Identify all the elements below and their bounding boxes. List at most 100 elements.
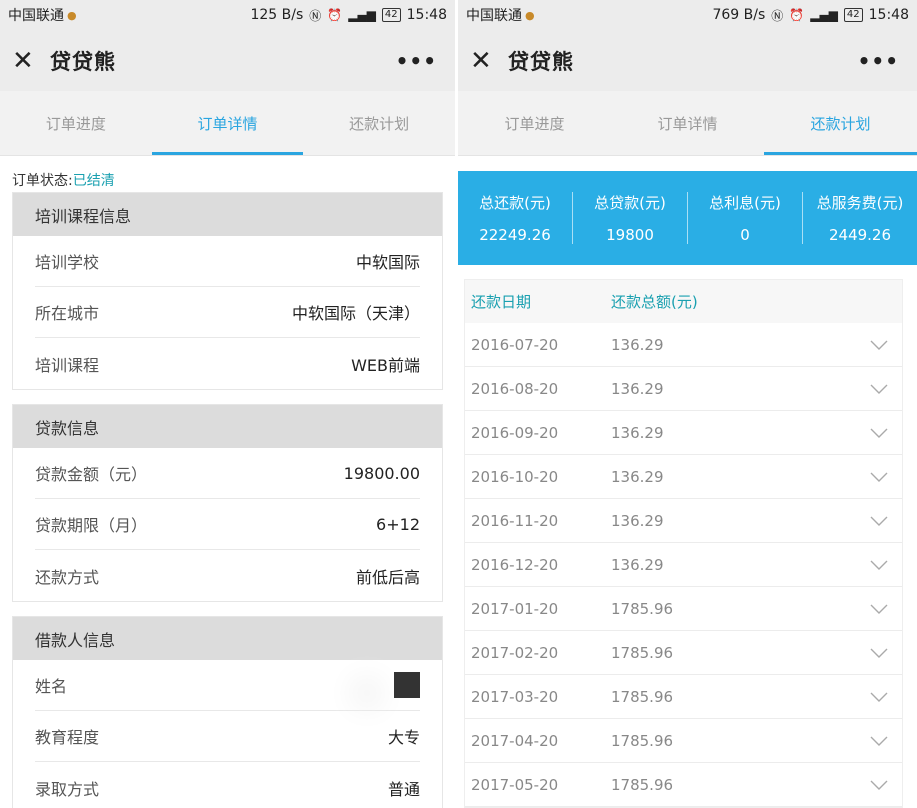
close-icon[interactable]: ✕ bbox=[12, 46, 42, 76]
row-value: 大专 bbox=[387, 728, 420, 747]
chevron-down-icon[interactable] bbox=[870, 512, 888, 530]
alarm-icon: ⏰ bbox=[789, 8, 805, 22]
row-value: 6+12 bbox=[376, 514, 420, 534]
chevron-down-icon[interactable] bbox=[870, 468, 888, 486]
redacted-name bbox=[394, 672, 420, 698]
repayment-amount: 1785.96 bbox=[611, 599, 674, 618]
row-label: 录取方式 bbox=[35, 779, 100, 799]
chevron-down-icon[interactable] bbox=[870, 600, 888, 618]
table-row[interactable]: 2016-11-20 136.29 bbox=[465, 499, 902, 543]
network-speed: 125 B/s bbox=[250, 7, 304, 23]
summary-value: 19800 bbox=[606, 226, 654, 244]
tab-order-progress[interactable]: 订单进度 bbox=[458, 91, 611, 155]
app-notification-icon: ● bbox=[525, 8, 535, 22]
info-row: 所在城市 中软国际（天津） bbox=[35, 287, 420, 338]
chevron-down-icon[interactable] bbox=[870, 424, 888, 442]
info-row: 录取方式 普通 bbox=[35, 762, 420, 808]
clock: 15:48 bbox=[868, 7, 909, 23]
info-row: 姓名 bbox=[35, 660, 420, 711]
info-row: 培训课程 WEB前端 bbox=[35, 338, 420, 389]
repayment-date: 2016-09-20 bbox=[471, 423, 559, 442]
carrier-name: 中国联通 bbox=[8, 8, 64, 24]
status-bar: 中国联通 ● 769 B/s Ⓝ ⏰ ▂▄▆ 42 15:48 bbox=[458, 0, 917, 30]
table-row[interactable]: 2016-12-20 136.29 bbox=[465, 543, 902, 587]
row-label: 还款方式 bbox=[35, 567, 100, 587]
summary-label: 总还款(元) bbox=[479, 194, 551, 212]
nfc-icon: Ⓝ bbox=[309, 8, 322, 23]
row-label: 培训课程 bbox=[35, 355, 100, 375]
tab-repayment-plan[interactable]: 还款计划 bbox=[303, 91, 455, 155]
column-header-amount: 还款总额(元) bbox=[611, 293, 698, 311]
chevron-down-icon[interactable] bbox=[870, 336, 888, 354]
tab-bar: 订单进度 订单详情 还款计划 bbox=[0, 91, 455, 156]
chevron-down-icon[interactable] bbox=[870, 776, 888, 794]
table-row[interactable]: 2017-05-20 1785.96 bbox=[465, 763, 902, 807]
table-row[interactable]: 2017-03-20 1785.96 bbox=[465, 675, 902, 719]
column-header-date: 还款日期 bbox=[471, 293, 532, 311]
title-bar: ✕ 贷贷熊 ••• bbox=[0, 30, 455, 91]
repayment-date: 2016-08-20 bbox=[471, 379, 559, 398]
repayment-date: 2017-04-20 bbox=[471, 731, 559, 750]
table-row[interactable]: 2017-04-20 1785.96 bbox=[465, 719, 902, 763]
tab-order-detail[interactable]: 订单详情 bbox=[151, 91, 304, 155]
table-row[interactable]: 2016-10-20 136.29 bbox=[465, 455, 902, 499]
row-label: 贷款金额（元） bbox=[35, 465, 148, 484]
summary-label: 总服务费(元) bbox=[816, 194, 904, 212]
table-row[interactable]: 2016-08-20 136.29 bbox=[465, 367, 902, 411]
repayment-date: 2017-02-20 bbox=[471, 643, 559, 662]
repayment-amount: 136.29 bbox=[611, 555, 664, 574]
repayment-amount: 136.29 bbox=[611, 423, 664, 442]
order-status-value: 已结清 bbox=[72, 173, 115, 189]
repayment-amount: 1785.96 bbox=[611, 731, 674, 750]
battery-icon: 42 bbox=[381, 8, 401, 22]
table-body: 2016-07-20 136.29 2016-08-20 136.29 2016-09-… bbox=[465, 323, 902, 807]
tab-order-detail[interactable]: 订单详情 bbox=[611, 91, 764, 155]
table-row[interactable]: 2016-09-20 136.29 bbox=[465, 411, 902, 455]
order-status: 订单状态:已结清 bbox=[0, 156, 455, 190]
tab-repayment-plan[interactable]: 还款计划 bbox=[764, 91, 917, 155]
repayment-date: 2016-07-20 bbox=[471, 335, 559, 354]
network-speed: 769 B/s bbox=[712, 7, 766, 23]
section-title: 培训课程信息 bbox=[13, 193, 442, 236]
repayment-date: 2017-03-20 bbox=[471, 687, 559, 706]
summary-total-service-fee: 总服务费(元) 2449.26 bbox=[803, 192, 917, 244]
row-value: 中软国际 bbox=[355, 253, 420, 272]
summary-label: 总利息(元) bbox=[709, 194, 781, 212]
row-value: 中软国际（天津） bbox=[291, 304, 420, 323]
page-title: 贷贷熊 bbox=[50, 49, 116, 74]
repayment-amount: 136.29 bbox=[611, 335, 664, 354]
more-icon[interactable]: ••• bbox=[858, 49, 899, 73]
signal-icon: ▂▄▆ bbox=[810, 8, 838, 22]
row-label: 姓名 bbox=[35, 677, 68, 696]
chevron-down-icon[interactable] bbox=[870, 556, 888, 574]
repayment-amount: 1785.96 bbox=[611, 775, 674, 794]
alarm-icon: ⏰ bbox=[327, 8, 343, 22]
order-detail-screen: 中国联通 ● 125 B/s Ⓝ ⏰ ▂▄▆ 42 15:48 ✕ 贷贷熊 ••… bbox=[0, 0, 455, 808]
nfc-icon: Ⓝ bbox=[771, 8, 784, 23]
row-label: 贷款期限（月） bbox=[35, 516, 148, 535]
summary-total-loan: 总贷款(元) 19800 bbox=[573, 192, 688, 244]
info-row: 贷款金额（元） 19800.00 bbox=[35, 448, 420, 499]
chevron-down-icon[interactable] bbox=[870, 644, 888, 662]
table-row[interactable]: 2017-02-20 1785.96 bbox=[465, 631, 902, 675]
info-row: 还款方式 前低后高 bbox=[35, 550, 420, 601]
table-row[interactable]: 2017-01-20 1785.96 bbox=[465, 587, 902, 631]
more-icon[interactable]: ••• bbox=[396, 49, 437, 73]
chevron-down-icon[interactable] bbox=[870, 380, 888, 398]
chevron-down-icon[interactable] bbox=[870, 688, 888, 706]
summary-total-repayment: 总还款(元) 22249.26 bbox=[458, 192, 573, 244]
close-icon[interactable]: ✕ bbox=[470, 46, 500, 76]
repayment-amount: 136.29 bbox=[611, 511, 664, 530]
repayment-date: 2016-11-20 bbox=[471, 511, 559, 530]
table-row[interactable]: 2016-07-20 136.29 bbox=[465, 323, 902, 367]
row-label: 培训学校 bbox=[35, 253, 100, 272]
tab-order-progress[interactable]: 订单进度 bbox=[0, 91, 152, 155]
repayment-date: 2017-05-20 bbox=[471, 775, 559, 794]
chevron-down-icon[interactable] bbox=[870, 732, 888, 750]
tab-bar: 订单进度 订单详情 还款计划 bbox=[458, 91, 917, 156]
repayment-amount: 136.29 bbox=[611, 467, 664, 486]
loan-info-section: 贷款信息 贷款金额（元） 19800.00 贷款期限（月） 6+12 还款方式 … bbox=[12, 404, 443, 602]
info-row: 教育程度 大专 bbox=[35, 711, 420, 762]
app-notification-icon: ● bbox=[67, 8, 77, 22]
row-value: WEB前端 bbox=[351, 355, 420, 375]
